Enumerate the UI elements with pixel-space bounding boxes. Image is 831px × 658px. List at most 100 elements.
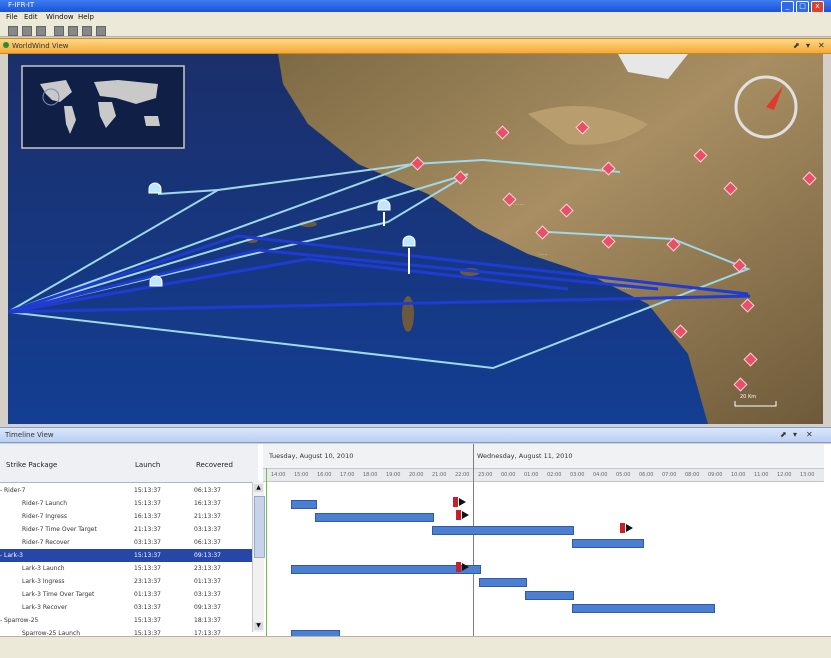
hour-label: 11:00 [754,472,769,478]
table-row[interactable]: Lark-3 Ingress 23:13:37 01:13:37 [0,575,252,588]
menu-window[interactable]: Window [46,13,74,21]
hour-label: 21:00 [432,472,447,478]
gantt-bar[interactable] [314,513,434,522]
recovered-time: 18:13:37 [194,617,221,624]
menu-help[interactable]: Help [78,13,94,21]
new-icon[interactable] [8,26,18,36]
strike-package-name: Rider-7 Ingress [22,513,67,520]
column-header-recovered[interactable]: Recovered [196,461,233,469]
hour-label: 08:00 [685,472,700,478]
add-icon[interactable] [54,26,64,36]
panel-menu-icon[interactable]: ▾ [793,430,797,439]
place-label: ······· [513,202,525,208]
current-time-line [266,468,267,636]
launch-time: 03:13:37 [134,539,161,546]
table-row[interactable]: Lark-3 Launch 15:13:37 23:13:37 [0,562,252,575]
flag-marker-icon[interactable] [456,562,470,572]
launch-time: 15:13:37 [134,487,161,494]
expand-toggle-icon[interactable]: - [0,617,2,624]
hour-label: 09:00 [708,472,723,478]
strike-package-name: Lark-3 Time Over Target [22,591,95,598]
scroll-down-icon[interactable]: ▼ [254,622,263,630]
worldwind-panel-header: WorldWind View ⬈ ▾ ✕ [0,38,831,54]
undo-icon[interactable] [36,26,46,36]
table-row[interactable]: Lark-3 Time Over Target 01:13:37 03:13:37 [0,588,252,601]
table-row[interactable]: Rider-7 Time Over Target 21:13:37 03:13:37 [0,523,252,536]
hour-label: 12:00 [777,472,792,478]
expand-toggle-icon[interactable]: - [0,487,2,494]
recovered-time: 16:13:37 [194,500,221,507]
strike-package-name: Rider-7 Recover [22,539,70,546]
scroll-up-icon[interactable]: ▲ [254,484,263,492]
window-title-bar: F-IFR-IT _ □ x [0,0,831,13]
scale-label: 20 Km [740,394,757,400]
gantt-bar[interactable] [478,578,528,587]
gantt-chart[interactable]: Tuesday, August 10, 2010 Wednesday, Augu… [263,444,824,636]
timeline-panel-title: Timeline View [5,431,54,439]
toolbar [0,23,831,37]
hour-label: 02:00 [547,472,562,478]
gantt-hour-header: 14:00 15:00 16:00 17:00 18:00 19:00 20:00 21:00… [263,468,824,482]
recovered-time: 01:13:37 [194,578,221,585]
settings-icon[interactable] [82,26,92,36]
gantt-bar[interactable] [431,526,575,535]
launch-time: 01:13:37 [134,591,161,598]
gantt-bar[interactable] [525,591,575,600]
menu-file[interactable]: File [6,13,18,21]
detach-icon[interactable]: ⬈ [793,41,800,50]
window-title: F-IFR-IT [8,1,35,9]
gantt-bar[interactable] [572,539,645,548]
menu-edit[interactable]: Edit [24,13,38,21]
launch-time: 15:13:37 [134,617,161,624]
layers-icon[interactable] [68,26,78,36]
hour-label: 20:00 [409,472,424,478]
hour-label: 06:00 [639,472,654,478]
table-row[interactable]: Rider-7 15:13:37 06:13:37 - [0,484,252,497]
hour-label: 00:00 [501,472,516,478]
strike-package-name: Rider-7 Launch [22,500,68,507]
hour-label: 10:00 [731,472,746,478]
flag-marker-icon[interactable] [453,497,467,507]
flag-marker-icon[interactable] [620,523,634,533]
column-header-launch[interactable]: Launch [135,461,160,469]
day-label: Wednesday, August 11, 2010 [477,452,573,460]
strike-package-name: Lark-3 Recover [22,604,68,611]
hour-label: 13:00 [800,472,815,478]
launch-time: 21:13:37 [134,526,161,533]
table-row[interactable]: Rider-7 Recover 03:13:37 06:13:37 [0,536,252,549]
detach-icon[interactable]: ⬈ [780,430,787,439]
table-row[interactable]: Sparrow-25 15:13:37 18:13:37 - [0,614,252,627]
delete-icon[interactable] [96,26,106,36]
hour-label: 14:00 [271,472,286,478]
hour-label: 17:00 [340,472,355,478]
gantt-bar[interactable] [572,604,715,613]
hour-label: 19:00 [386,472,401,478]
hour-label: 07:00 [662,472,677,478]
expand-toggle-icon[interactable]: - [0,552,2,559]
table-row[interactable]: Lark-3 15:13:37 09:13:37 - [0,549,252,562]
grid-header: Strike Package Launch Recovered [0,444,258,483]
hour-label: 03:00 [570,472,585,478]
table-row[interactable]: Lark-3 Recover 03:13:37 09:13:37 [0,601,252,614]
recovered-time: 06:13:37 [194,487,221,494]
flag-marker-icon[interactable] [456,510,470,520]
hour-label: 05:00 [616,472,631,478]
worldwind-map-view[interactable]: ····· ······· ······ ······· 20 Km [8,54,823,424]
gantt-bar[interactable] [291,565,481,574]
column-header-package[interactable]: Strike Package [6,461,57,469]
launch-time: 23:13:37 [134,578,161,585]
panel-close-icon[interactable]: ✕ [818,41,825,50]
table-row[interactable]: Rider-7 Ingress 16:13:37 21:13:37 [0,510,252,523]
strike-package-name: Lark-3 Launch [22,565,65,572]
recovered-time: 21:13:37 [194,513,221,520]
strike-package-name: Sparrow-25 [4,617,39,624]
table-row[interactable]: Rider-7 Launch 15:13:37 16:13:37 [0,497,252,510]
recovered-time: 23:13:37 [194,565,221,572]
gantt-bar[interactable] [291,500,317,509]
hour-label: 15:00 [294,472,309,478]
save-icon[interactable] [22,26,32,36]
panel-menu-icon[interactable]: ▾ [806,41,810,50]
recovered-time: 06:13:37 [194,539,221,546]
strike-package-name: Lark-3 [4,552,23,559]
panel-close-icon[interactable]: ✕ [806,430,813,439]
